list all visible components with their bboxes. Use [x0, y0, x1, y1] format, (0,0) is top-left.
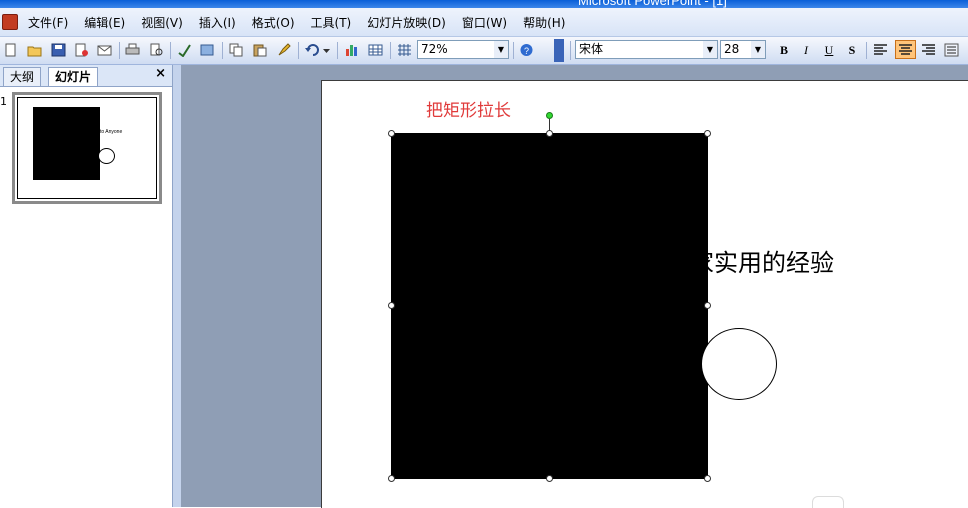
font-size-value: 28: [724, 42, 740, 56]
resize-handle-top-right[interactable]: [704, 130, 711, 137]
shadow-button[interactable]: S: [843, 41, 861, 59]
menu-bar: 文件(F) 编辑(E) 视图(V) 插入(I) 格式(O) 工具(T) 幻灯片放…: [0, 8, 968, 37]
bold-button[interactable]: B: [775, 41, 793, 59]
chevron-down-icon[interactable]: ▼: [703, 41, 717, 58]
window-title: Microsoft PowerPoint - [1]: [578, 0, 727, 8]
email-icon[interactable]: [97, 43, 112, 57]
toolbar-separator: [222, 42, 223, 59]
menu-file[interactable]: 文件(F): [20, 14, 76, 31]
pane-tabs: 大纲 幻灯片 ×: [0, 65, 172, 87]
chevron-down-icon[interactable]: ▼: [494, 41, 508, 58]
menu-help[interactable]: 帮助(H): [515, 14, 573, 31]
print-icon[interactable]: [125, 43, 140, 57]
ellipse-shape[interactable]: [701, 328, 777, 400]
font-combo[interactable]: 宋体 ▼: [575, 40, 718, 59]
resize-handle-top-left[interactable]: [388, 130, 395, 137]
justify-icon[interactable]: [944, 43, 959, 57]
toolbar-separator: [170, 42, 171, 59]
powerpoint-app-icon[interactable]: [2, 14, 18, 30]
menu-view[interactable]: 视图(V): [133, 14, 191, 31]
title-bar: Microsoft PowerPoint - [1]: [0, 0, 968, 8]
menu-edit[interactable]: 编辑(E): [76, 14, 133, 31]
menu-format[interactable]: 格式(O): [244, 14, 303, 31]
chevron-down-icon[interactable]: ▼: [751, 41, 765, 58]
resize-handle-top[interactable]: [546, 130, 553, 137]
toolbar-separator: [119, 42, 120, 59]
toolbar-separator: [866, 42, 867, 59]
resize-handle-right[interactable]: [704, 302, 711, 309]
copy-icon[interactable]: [229, 43, 244, 57]
undo-icon[interactable]: [305, 43, 320, 57]
watermark-logo: [812, 496, 844, 508]
thumbnail-circle: [98, 148, 115, 164]
toolbar-separator: [513, 42, 514, 59]
slide-body-text[interactable]: 家实用的经验: [690, 243, 834, 278]
paste-icon[interactable]: [252, 43, 267, 57]
toolbar: 72% ▼ ? 宋体 ▼ 28 ▼ B I U S: [0, 37, 968, 65]
menu-tools[interactable]: 工具(T): [303, 14, 360, 31]
permission-icon[interactable]: [74, 43, 89, 57]
zoom-value: 72%: [421, 42, 448, 56]
menu-list: 文件(F) 编辑(E) 视图(V) 插入(I) 格式(O) 工具(T) 幻灯片放…: [20, 8, 573, 36]
italic-button[interactable]: I: [797, 41, 815, 59]
zoom-combo[interactable]: 72% ▼: [417, 40, 509, 59]
black-rectangle-shape[interactable]: [391, 133, 708, 479]
insert-chart-icon[interactable]: [344, 43, 359, 57]
font-size-combo[interactable]: 28 ▼: [720, 40, 766, 59]
tab-slides[interactable]: 幻灯片: [48, 67, 99, 86]
format-painter-icon[interactable]: [276, 43, 291, 57]
annotation-text: 把矩形拉长: [426, 101, 511, 121]
thumbnail-rectangle: [33, 107, 100, 180]
spelling-icon[interactable]: [177, 43, 192, 57]
print-preview-icon[interactable]: [149, 43, 164, 57]
slide-thumbnail[interactable]: to Anyone: [12, 92, 162, 204]
help-icon[interactable]: ?: [519, 43, 534, 57]
menu-slideshow[interactable]: 幻灯片放映(D): [359, 14, 454, 31]
undo-dropdown-icon[interactable]: [322, 43, 331, 57]
toolbar-separator: [298, 42, 299, 59]
thumbnail-slide: to Anyone: [17, 97, 157, 199]
save-icon[interactable]: [51, 43, 66, 57]
toolbar-separator: [337, 42, 338, 59]
thumbnail-text: to Anyone: [100, 129, 123, 135]
resize-handle-bottom[interactable]: [546, 475, 553, 482]
rotation-handle[interactable]: [546, 112, 553, 119]
align-right-icon[interactable]: [921, 43, 936, 57]
menu-window[interactable]: 窗口(W): [454, 14, 515, 31]
insert-table-icon[interactable]: [368, 43, 383, 57]
align-left-icon[interactable]: [873, 43, 888, 57]
resize-handle-left[interactable]: [388, 302, 395, 309]
tab-outline[interactable]: 大纲: [3, 67, 42, 86]
toolbar-options-icon[interactable]: [554, 39, 564, 62]
resize-handle-bottom-right[interactable]: [704, 475, 711, 482]
show-grid-icon[interactable]: [397, 43, 412, 57]
underline-button[interactable]: U: [820, 41, 838, 59]
research-icon[interactable]: [200, 43, 215, 57]
toolbar-grip: [570, 41, 571, 60]
menu-insert[interactable]: 插入(I): [191, 14, 244, 31]
font-name: 宋体: [579, 42, 604, 56]
pane-splitter[interactable]: [173, 65, 181, 507]
open-icon[interactable]: [27, 43, 42, 57]
toolbar-separator: [390, 42, 391, 59]
align-center-icon: [899, 44, 912, 55]
svg-text:?: ?: [524, 46, 529, 56]
slides-pane: 大纲 幻灯片 × 1 to Anyone: [0, 65, 173, 507]
align-center-button[interactable]: [895, 40, 916, 59]
new-icon[interactable]: [3, 43, 18, 57]
resize-handle-bottom-left[interactable]: [388, 475, 395, 482]
slide-number: 1: [0, 95, 7, 108]
close-icon[interactable]: ×: [155, 66, 166, 81]
